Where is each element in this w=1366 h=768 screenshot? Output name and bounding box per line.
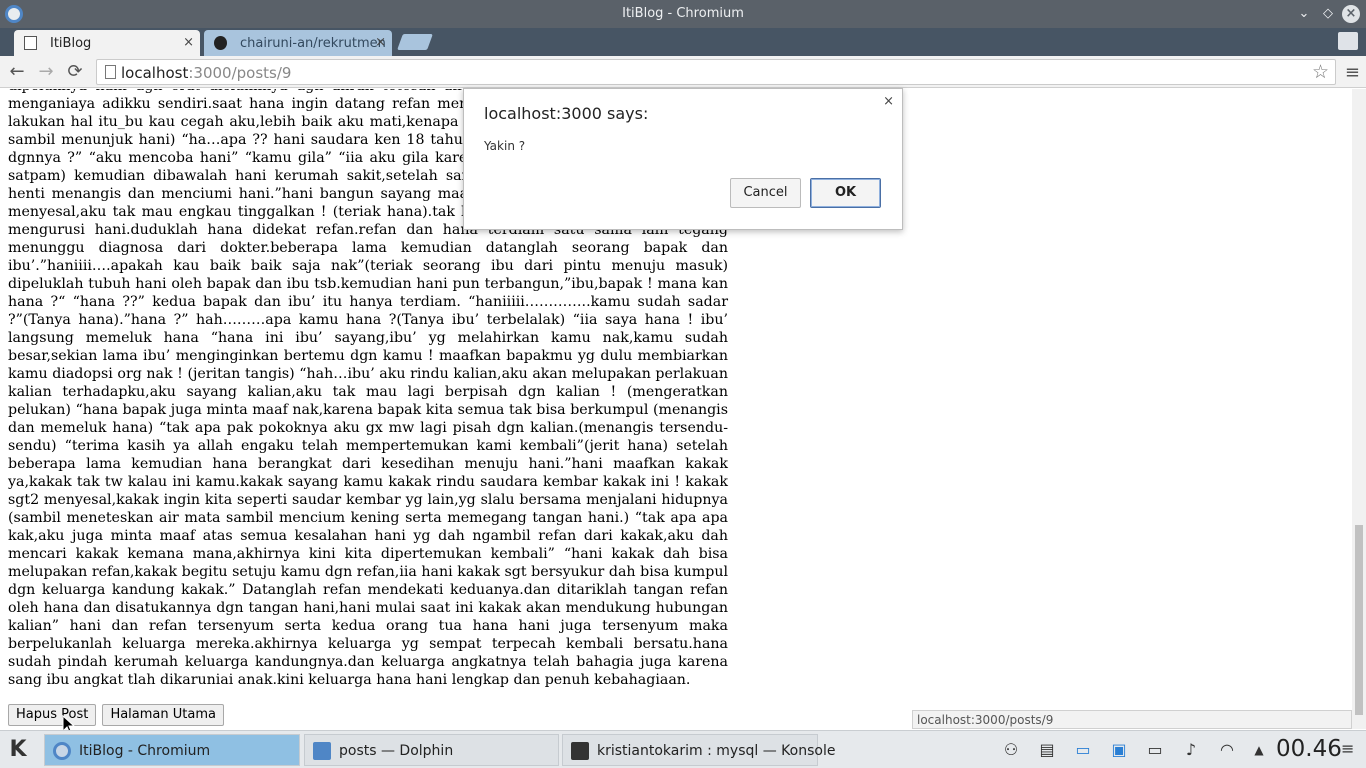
task-label: ItiBlog - Chromium: [79, 743, 211, 759]
ok-button[interactable]: OK: [810, 178, 881, 208]
tab-strip: ItiBlog × chairuni-an/rekrutmen ×: [0, 28, 1366, 56]
task-label: posts — Dolphin: [339, 743, 454, 759]
application-launcher-icon[interactable]: K: [4, 736, 32, 764]
tab-github[interactable]: chairuni-an/rekrutmen ×: [204, 30, 392, 56]
updates-icon[interactable]: ▣: [1108, 739, 1130, 761]
clock[interactable]: 00.46: [1276, 736, 1342, 762]
task-chromium[interactable]: ItiBlog - Chromium: [44, 734, 300, 766]
tab-label: chairuni-an/rekrutmen: [240, 36, 386, 51]
window-titlebar: ItiBlog - Chromium ⌄ ◇ ×: [0, 0, 1366, 28]
scrollbar-thumb[interactable]: [1355, 525, 1363, 715]
battery-icon[interactable]: ▭: [1144, 739, 1166, 761]
volume-icon[interactable]: ♪: [1180, 739, 1202, 761]
address-bar[interactable]: localhost:3000/posts/9 ☆: [96, 59, 1336, 85]
github-icon: [214, 36, 227, 50]
dialog-title: localhost:3000 says:: [484, 104, 649, 123]
folder-icon: [313, 742, 331, 760]
taskbar: K ItiBlog - Chromium posts — Dolphin kri…: [0, 730, 1366, 768]
tab-label: ItiBlog: [50, 36, 92, 51]
maximize-icon[interactable]: ◇: [1319, 5, 1337, 23]
post-actions: Hapus Post Halaman Utama: [8, 703, 225, 726]
task-label: kristiantokarim : mysql — Konsole: [597, 743, 836, 759]
back-arrow-icon[interactable]: ←: [6, 61, 28, 83]
menu-icon[interactable]: ≡: [1345, 62, 1360, 83]
tab-close-icon[interactable]: ×: [375, 35, 386, 50]
page-scrollbar[interactable]: [1352, 89, 1366, 729]
task-dolphin[interactable]: posts — Dolphin: [304, 734, 559, 766]
page-info-icon[interactable]: [105, 65, 116, 79]
chromium-icon: [53, 742, 71, 760]
cancel-button[interactable]: Cancel: [730, 178, 801, 208]
new-tab-button[interactable]: [397, 34, 433, 50]
clipboard-icon[interactable]: ▤: [1036, 739, 1058, 761]
url-text[interactable]: localhost:3000/posts/9: [121, 64, 291, 82]
browser-toolbar: ← → ⟳ localhost:3000/posts/9 ☆ ≡: [0, 56, 1366, 88]
user-icon[interactable]: ⚇: [1000, 739, 1022, 761]
task-konsole[interactable]: kristiantokarim : mysql — Konsole: [562, 734, 835, 766]
dialog-close-icon[interactable]: ×: [883, 94, 894, 109]
forward-arrow-icon[interactable]: →: [35, 61, 57, 83]
confirm-dialog: localhost:3000 says: × Yakin ? Cancel OK: [463, 88, 903, 230]
tab-itiblog[interactable]: ItiBlog ×: [14, 30, 200, 56]
dialog-message: Yakin ?: [484, 139, 526, 153]
panel-menu-icon[interactable]: ≡: [1341, 739, 1354, 758]
status-bubble: localhost:3000/posts/9: [912, 710, 1352, 729]
tab-close-icon[interactable]: ×: [183, 35, 194, 50]
reload-icon[interactable]: ⟳: [64, 61, 86, 83]
notifications-icon[interactable]: ▭: [1072, 739, 1094, 761]
window-title: ItiBlog - Chromium: [622, 6, 744, 21]
tray-expand-icon[interactable]: ▲: [1248, 739, 1270, 761]
terminal-icon: [571, 742, 589, 760]
delete-post-button[interactable]: Hapus Post: [8, 704, 97, 726]
home-button[interactable]: Halaman Utama: [102, 704, 224, 726]
wifi-icon[interactable]: ◠: [1216, 739, 1238, 761]
profile-icon[interactable]: [1338, 32, 1358, 50]
minimize-icon[interactable]: ⌄: [1295, 5, 1313, 23]
bookmark-star-icon[interactable]: ☆: [1312, 61, 1329, 83]
close-window-icon[interactable]: ×: [1342, 5, 1360, 23]
page-icon: [24, 36, 37, 50]
